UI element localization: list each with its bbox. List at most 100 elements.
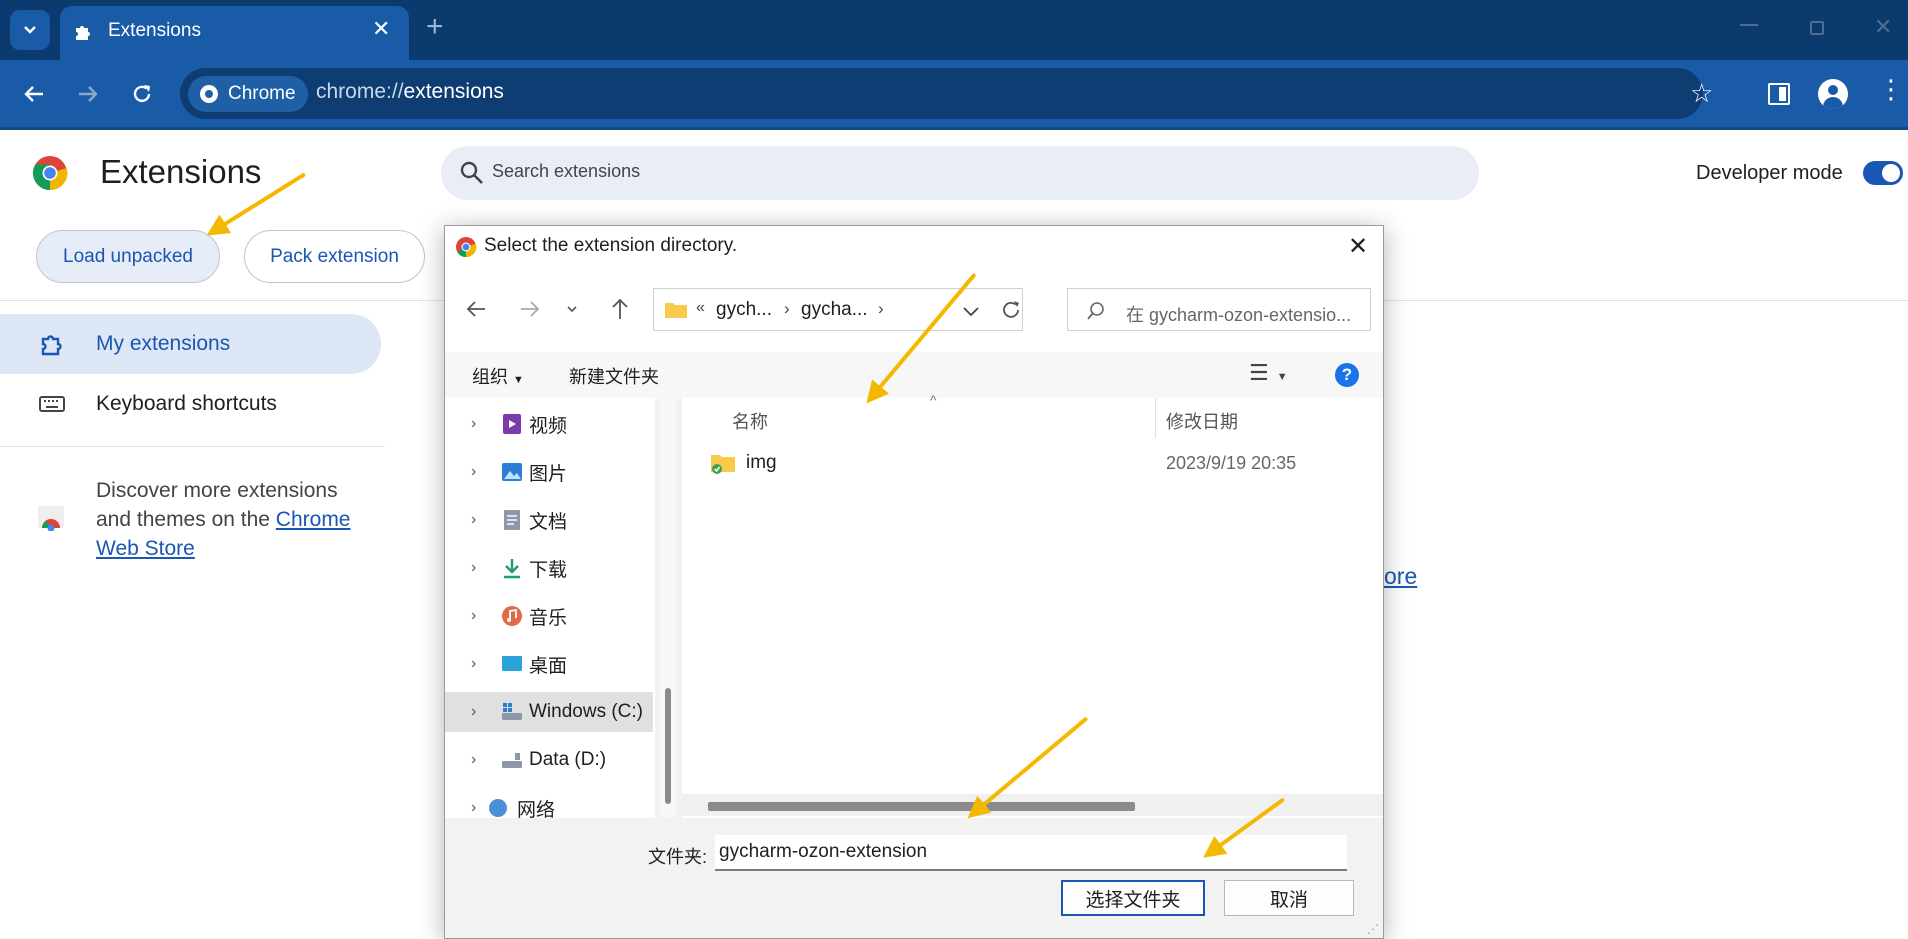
expand-chevron-icon[interactable]: ›	[471, 751, 476, 769]
tree-scrollbar[interactable]	[660, 398, 676, 818]
view-options-icon[interactable]: ☰ ▼	[1249, 360, 1288, 386]
profile-avatar-icon[interactable]	[1818, 79, 1848, 109]
expand-chevron-icon[interactable]: ›	[471, 655, 476, 673]
expand-chevron-icon[interactable]: ›	[471, 799, 476, 817]
file-row[interactable]: img 2023/9/19 20:35	[702, 442, 1372, 482]
tree-item[interactable]: › 图片	[445, 452, 653, 492]
chrome-logo-icon	[33, 156, 68, 191]
sidebar-item-keyboard-shortcuts[interactable]: Keyboard shortcuts	[0, 374, 381, 434]
tab-search-button[interactable]	[10, 10, 50, 50]
url-path: extensions	[403, 80, 504, 103]
folder-synced-icon	[711, 455, 735, 474]
recent-dropdown-icon[interactable]	[566, 303, 578, 315]
chrome-icon	[200, 85, 218, 103]
tree-item[interactable]: › Data (D:)	[445, 740, 653, 780]
tree-item[interactable]: › 音乐	[445, 596, 653, 636]
music-icon	[502, 606, 522, 626]
expand-chevron-icon[interactable]: ›	[471, 703, 476, 721]
url-text[interactable]: chrome://extensions	[316, 80, 504, 104]
navigation-tree: › 视频 › 图片 › 文档 › 下载 › 音乐 › 桌面 › Windows …	[445, 398, 655, 818]
column-header-name[interactable]: 名称	[732, 408, 768, 434]
tree-item[interactable]: › 网络	[445, 788, 653, 818]
back-icon[interactable]	[18, 78, 50, 110]
new-tab-button[interactable]: +	[426, 10, 444, 44]
dialog-navbar: « gych... › gycha... › 在 gycharm-ozon-ex…	[445, 268, 1383, 352]
close-window-icon[interactable]: ✕	[1874, 14, 1892, 40]
load-unpacked-button[interactable]: Load unpacked	[36, 230, 220, 283]
sort-caret-icon: ^	[930, 392, 937, 408]
select-folder-button[interactable]: 选择文件夹	[1061, 880, 1205, 916]
search-extensions-field[interactable]: Search extensions	[441, 146, 1479, 200]
search-icon	[1087, 302, 1104, 320]
refresh-icon[interactable]	[1000, 299, 1022, 321]
developer-mode-toggle[interactable]	[1863, 161, 1903, 185]
tree-item[interactable]: › 文档	[445, 500, 653, 540]
breadcrumb-segment[interactable]: gycha...	[801, 299, 868, 321]
new-folder-button[interactable]: 新建文件夹	[569, 363, 659, 389]
minimize-icon[interactable]	[1740, 24, 1758, 26]
forward-icon[interactable]	[519, 298, 541, 320]
dialog-commandbar: 组织 ▼ 新建文件夹 ☰ ▼ ?	[445, 352, 1383, 398]
pack-extension-button[interactable]: Pack extension	[244, 230, 425, 283]
expand-chevron-icon[interactable]: ›	[471, 607, 476, 625]
expand-chevron-icon[interactable]: ›	[471, 415, 476, 433]
back-icon[interactable]	[465, 298, 487, 320]
column-header-date[interactable]: 修改日期	[1166, 408, 1238, 434]
menu-kebab-icon[interactable]: ⋮	[1878, 76, 1904, 102]
restore-icon[interactable]	[1810, 21, 1824, 35]
resize-grip-icon[interactable]: ⋰	[1367, 922, 1379, 936]
breadcrumb-separator-icon: ›	[878, 299, 884, 318]
tree-item[interactable]: › 桌面	[445, 644, 653, 684]
expand-chevron-icon[interactable]: ›	[471, 463, 476, 481]
puzzle-icon	[76, 26, 90, 40]
folder-name-input[interactable]: gycharm-ozon-extension	[715, 835, 1347, 871]
expand-chevron-icon[interactable]: ›	[471, 559, 476, 577]
chevron-down-icon	[24, 26, 36, 34]
dialog-close-icon[interactable]: ✕	[1348, 232, 1368, 261]
forward-icon[interactable]	[72, 78, 104, 110]
sidebar-item-my-extensions[interactable]: My extensions	[0, 314, 381, 374]
organize-label: 组织	[472, 367, 508, 387]
up-icon[interactable]	[609, 297, 631, 321]
tab-close-icon[interactable]: ✕	[372, 16, 390, 42]
side-panel-icon[interactable]	[1768, 83, 1790, 105]
discover-text: Discover more extensions and themes on t…	[96, 476, 386, 563]
tree-scrollbar-thumb[interactable]	[665, 688, 671, 804]
breadcrumb-segment[interactable]: gych...	[716, 299, 772, 321]
drive-d-icon	[502, 753, 522, 768]
tree-item-label: Data (D:)	[529, 749, 607, 770]
discover-line-2: and themes on the	[96, 508, 276, 531]
file-list: ^ 名称 修改日期 img 2023/9/19 20:35	[682, 392, 1383, 818]
chrome-chip[interactable]: Chrome	[188, 76, 308, 112]
help-icon[interactable]: ?	[1335, 363, 1359, 387]
discover-line-1: Discover more extensions	[96, 479, 338, 502]
horizontal-scrollbar-thumb[interactable]	[708, 802, 1135, 811]
folder-name-value: gycharm-ozon-extension	[719, 841, 928, 862]
tree-item[interactable]: › 视频	[445, 404, 653, 444]
folder-search-placeholder: 在 gycharm-ozon-extensio...	[1126, 305, 1352, 325]
web-store-link-1[interactable]: Chrome	[276, 508, 351, 531]
breadcrumb-prefix: «	[696, 299, 705, 316]
background-learn-more-link[interactable]: ore	[1384, 563, 1417, 590]
extension-puzzle-icon	[41, 335, 62, 356]
pictures-icon	[502, 463, 522, 481]
web-store-link-2[interactable]: Web Store	[96, 537, 195, 560]
select-directory-dialog: Select the extension directory. ✕ « gych…	[444, 225, 1384, 939]
cancel-button[interactable]: 取消	[1224, 880, 1354, 916]
expand-chevron-icon[interactable]: ›	[471, 511, 476, 529]
tree-item-label: 图片	[529, 463, 568, 485]
address-dropdown-icon[interactable]	[962, 304, 980, 318]
tree-item[interactable]: › 下载	[445, 548, 653, 588]
address-bar[interactable]: Chrome chrome://extensions ☆	[180, 68, 1713, 119]
download-icon	[504, 559, 520, 579]
folder-search-field[interactable]: 在 gycharm-ozon-extensio...	[1067, 288, 1371, 331]
tab-extensions[interactable]: Extensions ✕	[60, 6, 409, 60]
organize-menu[interactable]: 组织 ▼	[472, 363, 524, 389]
tree-item-selected[interactable]: › Windows (C:)	[445, 692, 653, 732]
tree-item-label: Windows (C:)	[529, 701, 644, 722]
desktop-icon	[502, 656, 522, 671]
reload-icon[interactable]	[126, 78, 158, 110]
bookmark-star-icon[interactable]: ☆	[1690, 78, 1713, 109]
breadcrumb-bar[interactable]: « gych... › gycha... ›	[653, 288, 1023, 331]
tab-strip: Extensions ✕ + ✕	[0, 0, 1908, 60]
